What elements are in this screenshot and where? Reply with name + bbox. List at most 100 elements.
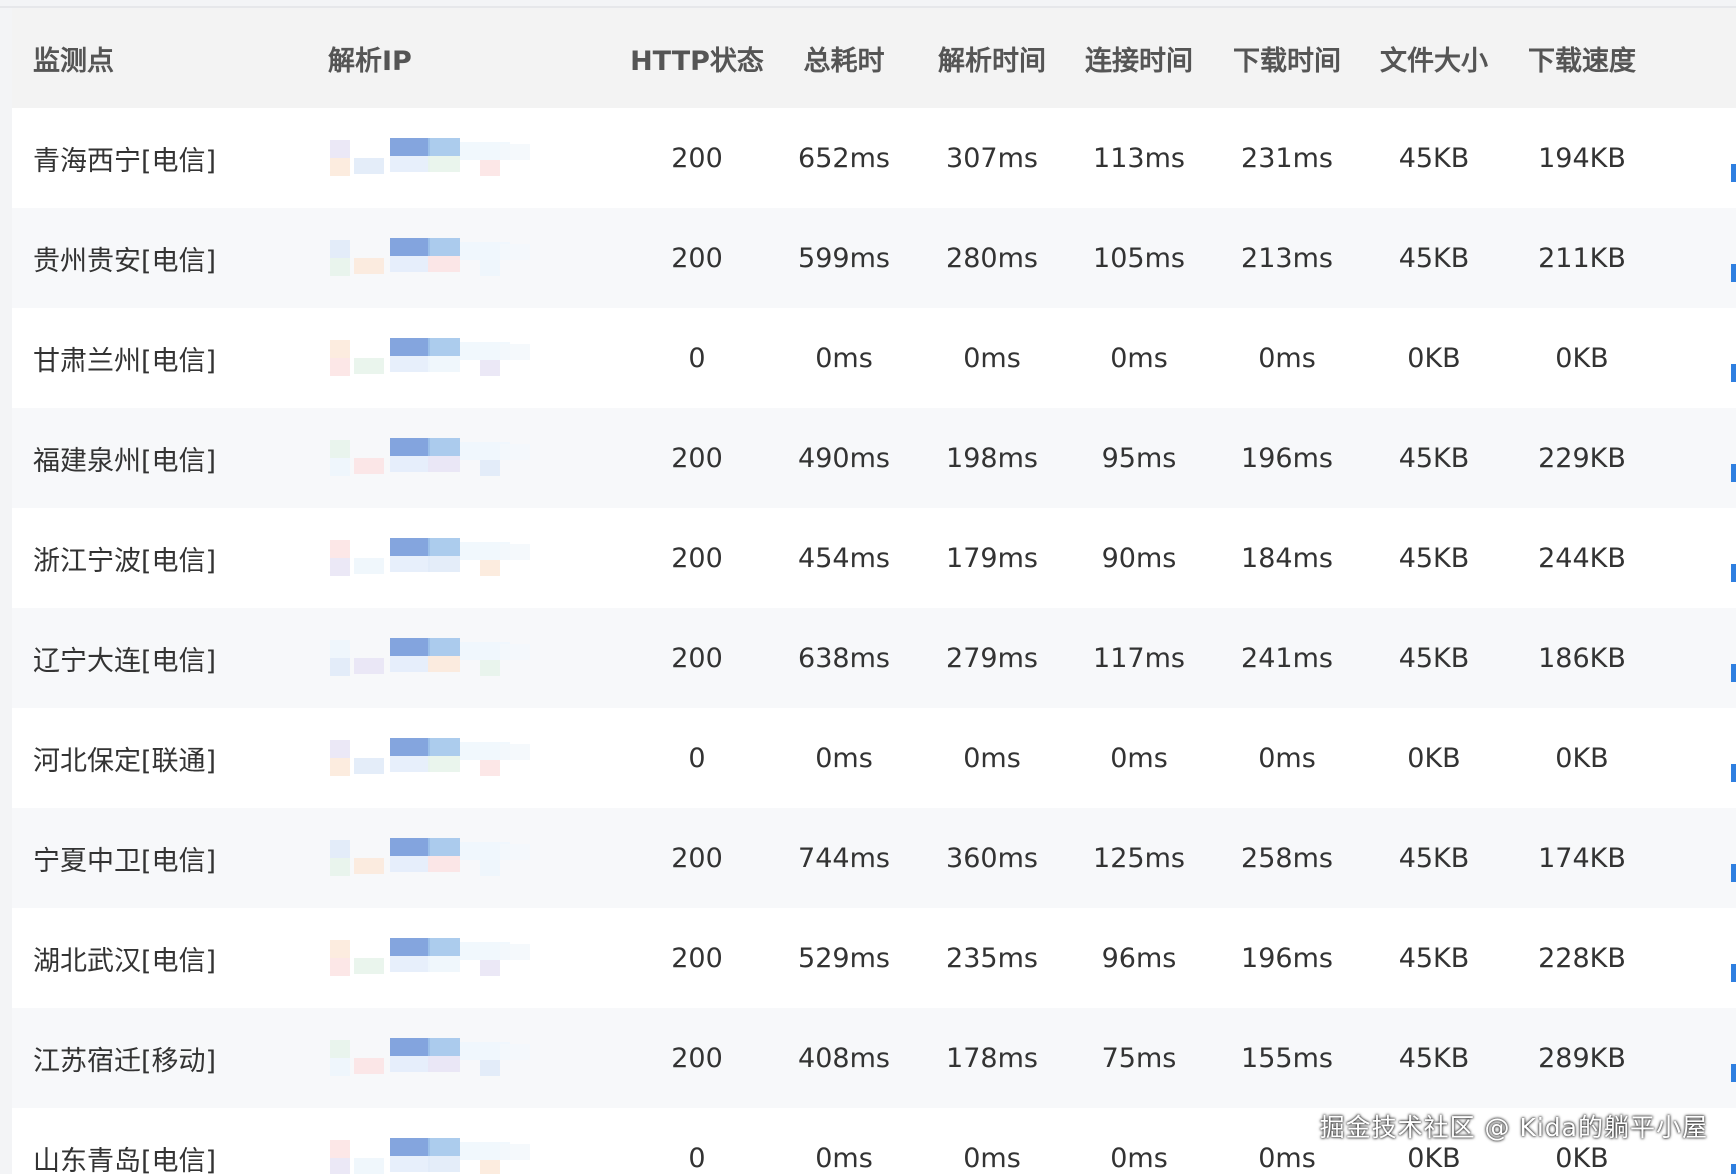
- connect-time-cell: 117ms: [1093, 642, 1185, 674]
- row-action-indicator[interactable]: [1731, 264, 1736, 282]
- connect-time-cell: 113ms: [1093, 142, 1185, 174]
- row-action-indicator[interactable]: [1731, 764, 1736, 782]
- header-http-status[interactable]: HTTP状态: [627, 8, 767, 108]
- header-connect-time[interactable]: 连接时间: [1069, 8, 1209, 108]
- table-body: 青海西宁[电信] 200 652ms 307ms 113ms 231ms 45KB 194KB…: [12, 108, 1736, 1174]
- header-download-time[interactable]: 下载时间: [1217, 8, 1357, 108]
- file-size-cell: 0KB: [1407, 742, 1461, 774]
- http-status-cell: 0: [688, 742, 706, 774]
- file-size-cell: 45KB: [1398, 242, 1470, 274]
- http-status-cell: 200: [671, 542, 723, 574]
- header-download-speed[interactable]: 下载速度: [1512, 8, 1652, 108]
- redacted-ip: [330, 938, 540, 978]
- row-action-indicator[interactable]: [1731, 1164, 1736, 1174]
- row-action-indicator[interactable]: [1731, 664, 1736, 682]
- file-size-cell: 45KB: [1398, 642, 1470, 674]
- station-cell: 河北保定[联通]: [33, 745, 217, 777]
- row-action-indicator[interactable]: [1731, 564, 1736, 582]
- total-time-cell: 0ms: [815, 742, 873, 774]
- http-status-cell: 0: [688, 342, 706, 374]
- row-action-indicator[interactable]: [1731, 964, 1736, 982]
- header-dns-time[interactable]: 解析时间: [922, 8, 1062, 108]
- connect-time-cell: 125ms: [1093, 842, 1185, 874]
- connect-time-cell: 0ms: [1110, 1142, 1168, 1174]
- station-cell: 江苏宿迁[移动]: [33, 1045, 217, 1077]
- redacted-ip: [330, 238, 540, 278]
- row-action-indicator[interactable]: [1731, 364, 1736, 382]
- download-time-cell: 196ms: [1241, 942, 1333, 974]
- total-time-cell: 454ms: [798, 542, 890, 574]
- download-speed-cell: 289KB: [1538, 1042, 1626, 1074]
- row-action-indicator[interactable]: [1731, 864, 1736, 882]
- row-action-indicator[interactable]: [1731, 1064, 1736, 1082]
- download-time-cell: 241ms: [1241, 642, 1333, 674]
- file-size-cell: 45KB: [1398, 542, 1470, 574]
- download-speed-cell: 0KB: [1555, 742, 1609, 774]
- http-status-cell: 200: [671, 942, 723, 974]
- http-status-cell: 200: [671, 642, 723, 674]
- station-cell: 贵州贵安[电信]: [33, 245, 217, 277]
- http-status-cell: 200: [671, 442, 723, 474]
- file-size-cell: 45KB: [1398, 942, 1470, 974]
- table-row[interactable]: 甘肃兰州[电信] 0 0ms 0ms 0ms 0ms 0KB 0KB: [12, 308, 1736, 408]
- table-row[interactable]: 河北保定[联通] 0 0ms 0ms 0ms 0ms 0KB 0KB: [12, 708, 1736, 808]
- station-cell: 湖北武汉[电信]: [33, 945, 217, 977]
- table-row[interactable]: 湖北武汉[电信] 200 529ms 235ms 96ms 196ms 45KB 228KB: [12, 908, 1736, 1008]
- station-cell: 甘肃兰州[电信]: [33, 345, 217, 377]
- station-cell: 青海西宁[电信]: [33, 145, 217, 177]
- total-time-cell: 529ms: [798, 942, 890, 974]
- dns-time-cell: 178ms: [946, 1042, 1038, 1074]
- total-time-cell: 599ms: [798, 242, 890, 274]
- redacted-ip: [330, 638, 540, 678]
- table-row[interactable]: 青海西宁[电信] 200 652ms 307ms 113ms 231ms 45KB 194KB: [12, 108, 1736, 208]
- total-time-cell: 638ms: [798, 642, 890, 674]
- redacted-ip: [330, 338, 540, 378]
- dns-time-cell: 235ms: [946, 942, 1038, 974]
- download-speed-cell: 186KB: [1538, 642, 1626, 674]
- download-time-cell: 213ms: [1241, 242, 1333, 274]
- redacted-ip: [330, 438, 540, 478]
- connect-time-cell: 0ms: [1110, 742, 1168, 774]
- header-ip[interactable]: 解析IP: [328, 8, 412, 108]
- header-file-size[interactable]: 文件大小: [1364, 8, 1504, 108]
- station-cell: 山东青岛[电信]: [33, 1145, 217, 1174]
- file-size-cell: 45KB: [1398, 842, 1470, 874]
- file-size-cell: 45KB: [1398, 142, 1470, 174]
- download-time-cell: 0ms: [1258, 342, 1316, 374]
- dns-time-cell: 198ms: [946, 442, 1038, 474]
- redacted-ip: [330, 1138, 540, 1174]
- table-row[interactable]: 辽宁大连[电信] 200 638ms 279ms 117ms 241ms 45KB 186KB: [12, 608, 1736, 708]
- file-size-cell: 45KB: [1398, 442, 1470, 474]
- download-time-cell: 258ms: [1241, 842, 1333, 874]
- download-speed-cell: 174KB: [1538, 842, 1626, 874]
- table-row[interactable]: 浙江宁波[电信] 200 454ms 179ms 90ms 184ms 45KB 244KB: [12, 508, 1736, 608]
- header-station[interactable]: 监测点: [33, 8, 114, 108]
- table-row[interactable]: 福建泉州[电信] 200 490ms 198ms 95ms 196ms 45KB 229KB: [12, 408, 1736, 508]
- row-action-indicator[interactable]: [1731, 464, 1736, 482]
- total-time-cell: 652ms: [798, 142, 890, 174]
- download-speed-cell: 244KB: [1538, 542, 1626, 574]
- total-time-cell: 408ms: [798, 1042, 890, 1074]
- table-row[interactable]: 贵州贵安[电信] 200 599ms 280ms 105ms 213ms 45KB 211KB: [12, 208, 1736, 308]
- dns-time-cell: 279ms: [946, 642, 1038, 674]
- table-row[interactable]: 江苏宿迁[移动] 200 408ms 178ms 75ms 155ms 45KB 289KB: [12, 1008, 1736, 1108]
- connect-time-cell: 95ms: [1101, 442, 1177, 474]
- file-size-cell: 0KB: [1407, 342, 1461, 374]
- station-cell: 浙江宁波[电信]: [33, 545, 217, 577]
- station-cell: 宁夏中卫[电信]: [33, 845, 217, 877]
- http-status-cell: 200: [671, 142, 723, 174]
- download-speed-cell: 0KB: [1555, 342, 1609, 374]
- dns-time-cell: 179ms: [946, 542, 1038, 574]
- total-time-cell: 744ms: [798, 842, 890, 874]
- connect-time-cell: 0ms: [1110, 342, 1168, 374]
- table-row[interactable]: 宁夏中卫[电信] 200 744ms 360ms 125ms 258ms 45KB 174KB: [12, 808, 1736, 908]
- station-cell: 福建泉州[电信]: [33, 445, 217, 477]
- header-total-time[interactable]: 总耗时: [774, 8, 914, 108]
- http-status-cell: 0: [688, 1142, 706, 1174]
- dns-time-cell: 0ms: [963, 342, 1021, 374]
- redacted-ip: [330, 738, 540, 778]
- row-action-indicator[interactable]: [1731, 164, 1736, 182]
- http-status-cell: 200: [671, 242, 723, 274]
- http-status-cell: 200: [671, 842, 723, 874]
- station-cell: 辽宁大连[电信]: [33, 645, 217, 677]
